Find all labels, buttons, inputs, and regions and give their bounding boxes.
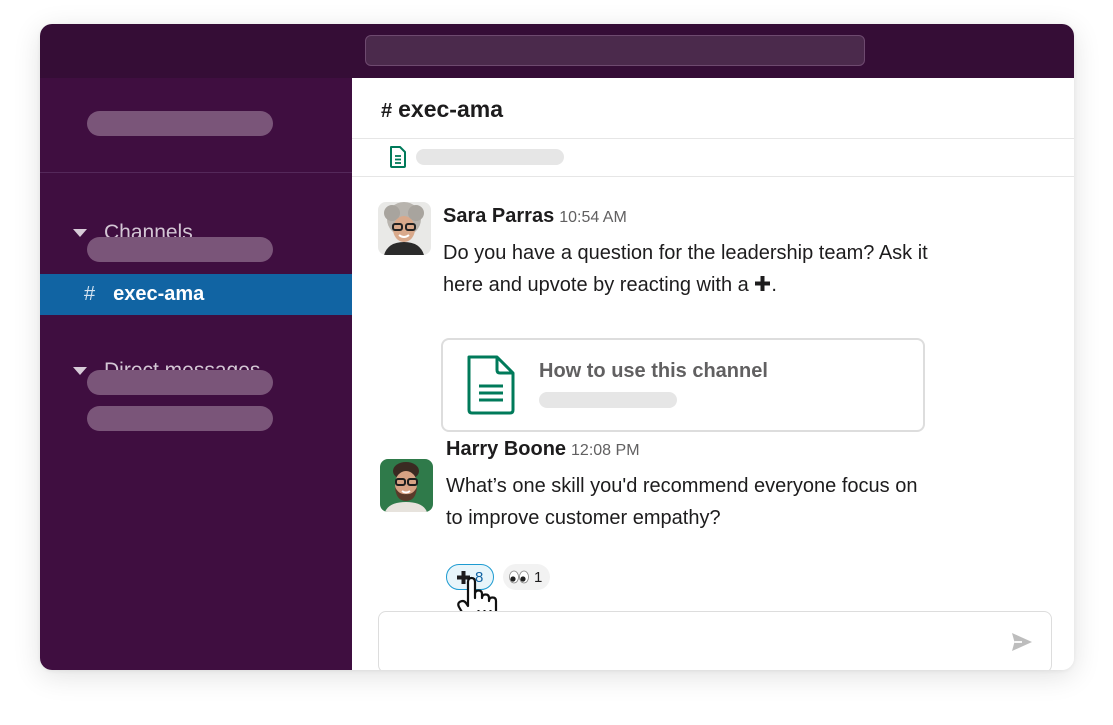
send-icon[interactable] (1011, 632, 1033, 652)
workspace-name-placeholder[interactable] (87, 111, 273, 136)
avatar-sara-parras (378, 202, 431, 255)
attachment-subtitle-placeholder (539, 392, 677, 408)
sidebar-item-channel-placeholder[interactable] (87, 237, 273, 262)
author-name: Harry Boone (446, 438, 567, 460)
avatar[interactable] (378, 202, 431, 255)
message-line-end: . (771, 274, 777, 296)
plus-icon (755, 276, 771, 291)
document-icon (467, 355, 515, 415)
avatar[interactable] (380, 459, 433, 512)
message-line: What’s one skill you'd recommend everyon… (446, 475, 918, 497)
channel-view: # exec-ama Sara Parras 10:54 AM Do you h… (352, 78, 1074, 670)
document-icon[interactable] (388, 145, 408, 169)
top-bar (40, 24, 1074, 78)
attachment-card[interactable]: How to use this channel (441, 338, 925, 432)
sidebar-item-dm-placeholder[interactable] (87, 370, 273, 395)
author-name: Sara Parras (443, 205, 555, 227)
attachment-title: How to use this channel (539, 360, 768, 382)
sidebar-item-dm-placeholder[interactable] (87, 406, 273, 431)
hash-icon: # (381, 100, 393, 122)
message-author[interactable]: Sara Parras 10:54 AM (443, 205, 627, 228)
reaction-eyes[interactable]: 1 (503, 564, 550, 590)
channel-bookmarks-bar (352, 139, 1074, 177)
channel-title[interactable]: # exec-ama (381, 96, 503, 123)
message-text: Do you have a question for the leadershi… (443, 237, 928, 301)
message-composer[interactable] (378, 611, 1052, 670)
channel-header: # exec-ama (352, 78, 1074, 139)
sidebar-item-exec-ama[interactable]: # exec-ama (40, 274, 352, 315)
message-timestamp[interactable]: 12:08 PM (571, 442, 639, 459)
message-line-text: here and upvote by reacting with a (443, 274, 755, 296)
avatar-harry-boone (380, 459, 433, 512)
hash-icon: # (84, 283, 96, 305)
channel-name: exec-ama (398, 96, 503, 122)
sidebar-item-label: exec-ama (113, 283, 205, 305)
message-text: What’s one skill you'd recommend everyon… (446, 470, 917, 534)
reaction-count: 1 (534, 568, 543, 586)
message-line: Do you have a question for the leadershi… (443, 242, 928, 264)
message-line: here and upvote by reacting with a . (443, 269, 928, 301)
sidebar-divider (40, 172, 352, 173)
caret-down-icon (73, 367, 87, 375)
search-bar[interactable] (365, 35, 865, 66)
caret-down-icon (73, 229, 87, 237)
app-window: Channels # exec-ama Direct messages #exe… (40, 24, 1074, 670)
message-author[interactable]: Harry Boone 12:08 PM (446, 438, 640, 461)
sidebar: Channels # exec-ama Direct messages (40, 78, 352, 670)
message-line: to improve customer empathy? (446, 507, 721, 529)
message-timestamp[interactable]: 10:54 AM (559, 209, 627, 226)
eyes-emoji (509, 570, 529, 584)
bookmark-placeholder[interactable] (416, 149, 564, 165)
